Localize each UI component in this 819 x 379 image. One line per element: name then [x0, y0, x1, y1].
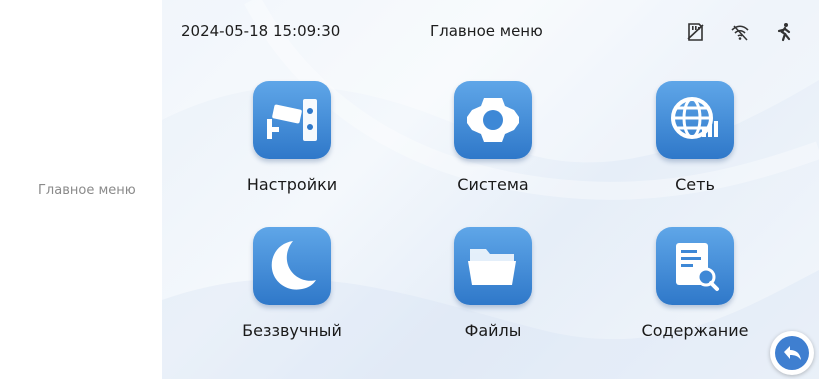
main-menu-screen: 2024-05-18 15:09:30 Главное меню Настрой…	[162, 0, 819, 379]
gear-icon	[454, 81, 532, 159]
motion-icon	[777, 23, 791, 42]
back-arrow-icon	[775, 336, 809, 370]
menu-item-label: Содержание	[641, 321, 749, 340]
status-bar: 2024-05-18 15:09:30 Главное меню	[162, 0, 819, 64]
menu-item-files[interactable]: Файлы	[418, 227, 568, 357]
menu-item-label: Беззвучный	[242, 321, 342, 340]
folder-icon	[454, 227, 532, 305]
datetime: 2024-05-18 15:09:30	[181, 22, 341, 40]
globe-network-icon	[656, 81, 734, 159]
document-search-icon	[656, 227, 734, 305]
menu-item-network[interactable]: Сеть	[620, 81, 770, 211]
menu-item-system[interactable]: Система	[418, 81, 568, 211]
moon-icon	[253, 227, 331, 305]
wifi-icon	[731, 25, 749, 41]
menu-item-label: Файлы	[464, 321, 522, 340]
menu-item-silent[interactable]: Беззвучный	[217, 227, 367, 357]
side-caption: Главное меню	[38, 183, 136, 198]
menu-item-content[interactable]: Содержание	[620, 227, 770, 357]
menu-item-label: Сеть	[675, 175, 715, 194]
menu-item-label: Настройки	[246, 175, 338, 194]
camera-settings-icon	[253, 81, 331, 159]
page: Главное меню 2024-05-18 15:09:30 Главное…	[0, 0, 819, 379]
menu-item-settings[interactable]: Настройки	[217, 81, 367, 211]
sd-card-icon	[687, 23, 704, 41]
menu-item-label: Система	[457, 175, 529, 194]
back-button[interactable]	[770, 331, 814, 375]
page-title: Главное меню	[430, 22, 543, 40]
